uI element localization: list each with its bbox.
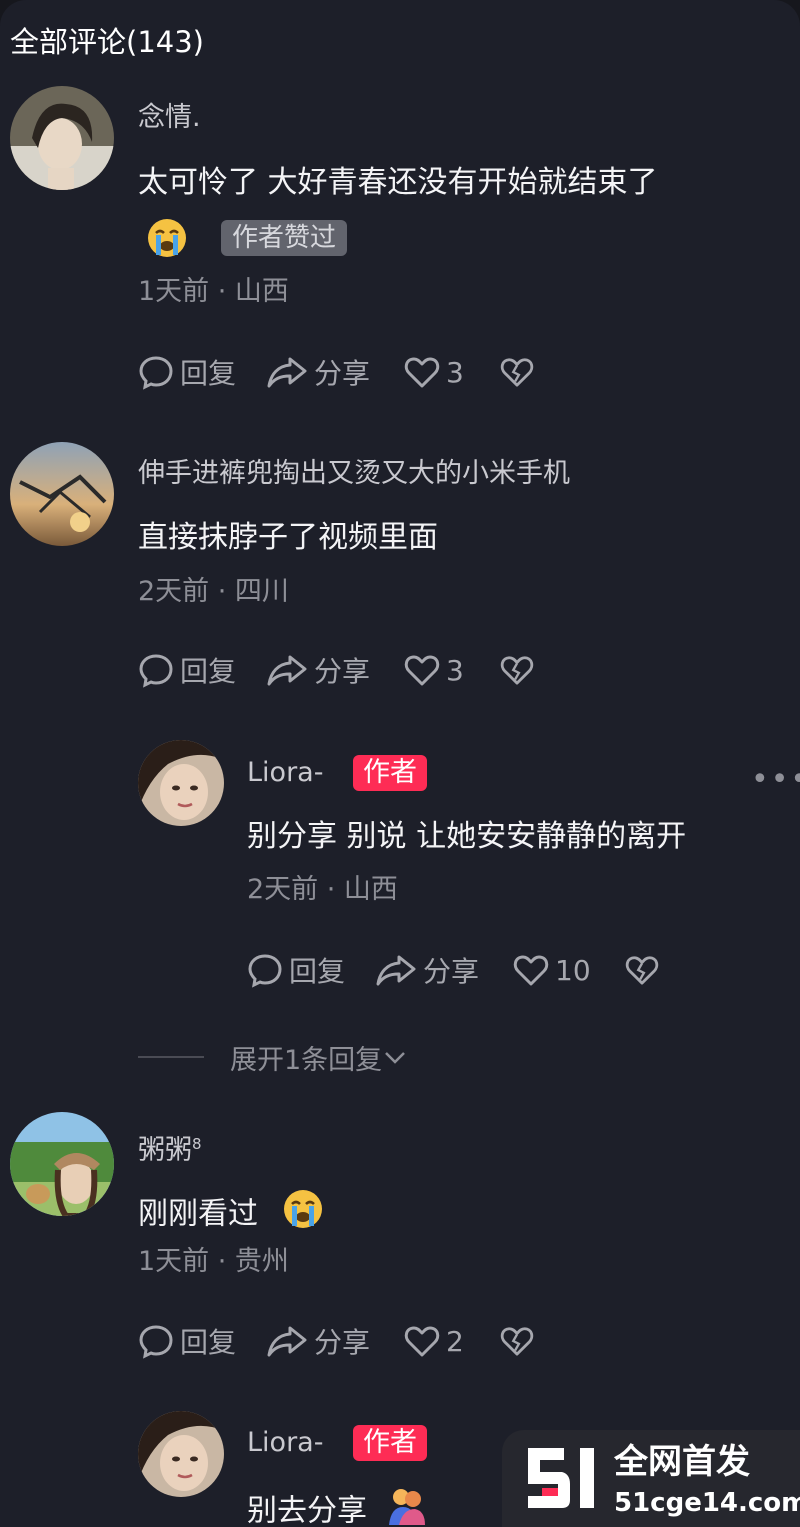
share-arrow-icon bbox=[267, 655, 307, 686]
dislike-button[interactable] bbox=[500, 356, 534, 388]
share-button[interactable]: 分享 bbox=[266, 352, 370, 392]
author-liked-tag: 作者赞过 bbox=[221, 220, 348, 256]
crying-face-emoji bbox=[146, 217, 188, 263]
avatar-photo bbox=[10, 86, 114, 190]
chevron-down-icon bbox=[385, 1052, 406, 1064]
reply-button[interactable]: 回复 bbox=[247, 950, 345, 990]
avatar-photo bbox=[138, 740, 224, 826]
reply-label: 回复 bbox=[180, 1326, 237, 1359]
like-count: 3 bbox=[446, 653, 464, 687]
avatar[interactable] bbox=[138, 740, 224, 826]
hugging-people-emoji bbox=[385, 1485, 427, 1527]
share-arrow-icon bbox=[267, 357, 307, 388]
reply-label: 回复 bbox=[289, 955, 346, 988]
like-button[interactable]: 2 bbox=[404, 1324, 464, 1358]
heart-icon bbox=[404, 655, 440, 686]
watermark-title: 全网首发 bbox=[614, 1442, 750, 1482]
crying-face-emoji bbox=[282, 1188, 324, 1242]
reply-text: 别分享 别说 让她安安静静的离开 bbox=[247, 819, 687, 854]
like-count: 3 bbox=[446, 355, 464, 389]
more-options-icon[interactable]: ••• bbox=[751, 762, 800, 797]
reply-username[interactable]: Liora- bbox=[247, 755, 323, 791]
share-label: 分享 bbox=[314, 357, 371, 390]
reply-button[interactable]: 回复 bbox=[138, 650, 236, 690]
share-label: 分享 bbox=[314, 655, 371, 688]
reply-text: 别去分享 bbox=[247, 1485, 427, 1527]
author-badge: 作者 bbox=[353, 1425, 427, 1461]
broken-heart-icon bbox=[500, 1327, 534, 1356]
comment-username[interactable]: 粥粥8 bbox=[138, 1126, 202, 1169]
broken-heart-icon bbox=[625, 956, 658, 985]
comments-panel: 全部评论(143) 念情. 太可怜了 大好青春还没有开始就结束了 作者赞过 1天… bbox=[0, 0, 800, 1527]
broken-heart-icon bbox=[500, 656, 534, 685]
share-label: 分享 bbox=[423, 955, 480, 988]
reply-actions: 回复 分享 10 bbox=[247, 950, 659, 990]
comments-header: 全部评论(143) bbox=[10, 25, 204, 59]
comment-meta: 1天前 · 贵州 bbox=[138, 1246, 289, 1277]
comment-actions: 回复 分享 3 bbox=[138, 650, 534, 690]
avatar-photo bbox=[10, 442, 114, 546]
comment-username-text: 粥粥 bbox=[138, 1135, 192, 1166]
watermark-logo-icon bbox=[528, 1448, 594, 1508]
comment-actions: 回复 分享 3 bbox=[138, 352, 534, 392]
avatar[interactable] bbox=[10, 86, 114, 190]
avatar[interactable] bbox=[10, 1112, 114, 1216]
share-arrow-icon bbox=[376, 955, 416, 986]
watermark-url: 51cge14.com bbox=[614, 1488, 800, 1518]
avatar-photo bbox=[138, 1411, 224, 1497]
share-button[interactable]: 分享 bbox=[375, 950, 479, 990]
speech-bubble-icon bbox=[139, 654, 173, 688]
heart-icon bbox=[404, 357, 440, 388]
reply-label: 回复 bbox=[180, 655, 237, 688]
broken-heart-icon bbox=[500, 358, 534, 387]
avatar-photo bbox=[10, 1112, 114, 1216]
like-button[interactable]: 3 bbox=[404, 355, 464, 389]
comment-username[interactable]: 伸手进裤兜掏出又烫又大的小米手机 bbox=[138, 456, 570, 492]
share-button[interactable]: 分享 bbox=[266, 1321, 370, 1361]
comment-meta: 1天前 · 山西 bbox=[138, 276, 289, 307]
dislike-button[interactable] bbox=[500, 654, 534, 686]
author-badge: 作者 bbox=[353, 755, 427, 791]
comment-text: 刚刚看过 bbox=[138, 1188, 324, 1242]
expand-replies-button[interactable]: 展开1条回复 bbox=[138, 1038, 408, 1076]
comment-username[interactable]: 念情. bbox=[138, 100, 201, 136]
avatar[interactable] bbox=[10, 442, 114, 546]
divider-line bbox=[138, 1056, 204, 1058]
share-button[interactable]: 分享 bbox=[266, 650, 370, 690]
reply-button[interactable]: 回复 bbox=[138, 352, 236, 392]
comment-meta: 2天前 · 四川 bbox=[138, 576, 289, 607]
share-label: 分享 bbox=[314, 1326, 371, 1359]
comment-text: 直接抹脖子了视频里面 bbox=[138, 520, 438, 555]
heart-icon bbox=[513, 955, 549, 986]
reply-button[interactable]: 回复 bbox=[138, 1321, 236, 1361]
share-arrow-icon bbox=[267, 1326, 307, 1357]
like-button[interactable]: 10 bbox=[513, 953, 591, 987]
dislike-button[interactable] bbox=[625, 954, 659, 986]
reply-meta: 2天前 · 山西 bbox=[247, 874, 398, 905]
dislike-button[interactable] bbox=[500, 1325, 534, 1357]
speech-bubble-icon bbox=[248, 954, 282, 988]
comment-text-content: 刚刚看过 bbox=[138, 1196, 258, 1232]
comment-text: 太可怜了 大好青春还没有开始就结束了 bbox=[138, 165, 658, 200]
speech-bubble-icon bbox=[139, 356, 173, 390]
reply-username[interactable]: Liora- bbox=[247, 1425, 323, 1461]
expand-replies-label: 展开1条回复 bbox=[230, 1044, 383, 1076]
heart-icon bbox=[404, 1326, 440, 1357]
avatar[interactable] bbox=[138, 1411, 224, 1497]
comment-actions: 回复 分享 2 bbox=[138, 1321, 534, 1361]
watermark-badge: 全网首发 51cge14.com bbox=[502, 1430, 800, 1527]
like-count: 2 bbox=[446, 1324, 464, 1358]
reply-text-content: 别去分享 bbox=[247, 1493, 367, 1527]
username-superscript: 8 bbox=[192, 1135, 202, 1153]
reply-label: 回复 bbox=[180, 357, 237, 390]
like-button[interactable]: 3 bbox=[404, 653, 464, 687]
like-count: 10 bbox=[555, 953, 591, 987]
speech-bubble-icon bbox=[139, 1325, 173, 1359]
